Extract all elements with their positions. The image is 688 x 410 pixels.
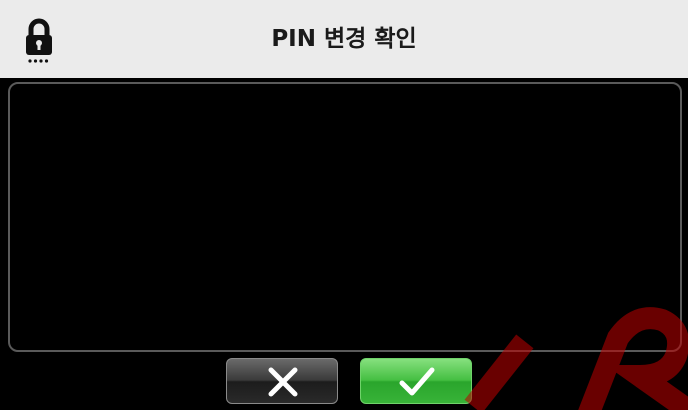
cancel-button[interactable] [226, 358, 338, 404]
page-title: PIN 변경 확인 [271, 26, 417, 52]
confirm-button[interactable] [360, 358, 472, 404]
checkmark-icon [399, 367, 435, 396]
close-icon [268, 367, 298, 397]
title-bar: PIN 변경 확인 [0, 0, 688, 78]
content-panel [8, 82, 682, 352]
